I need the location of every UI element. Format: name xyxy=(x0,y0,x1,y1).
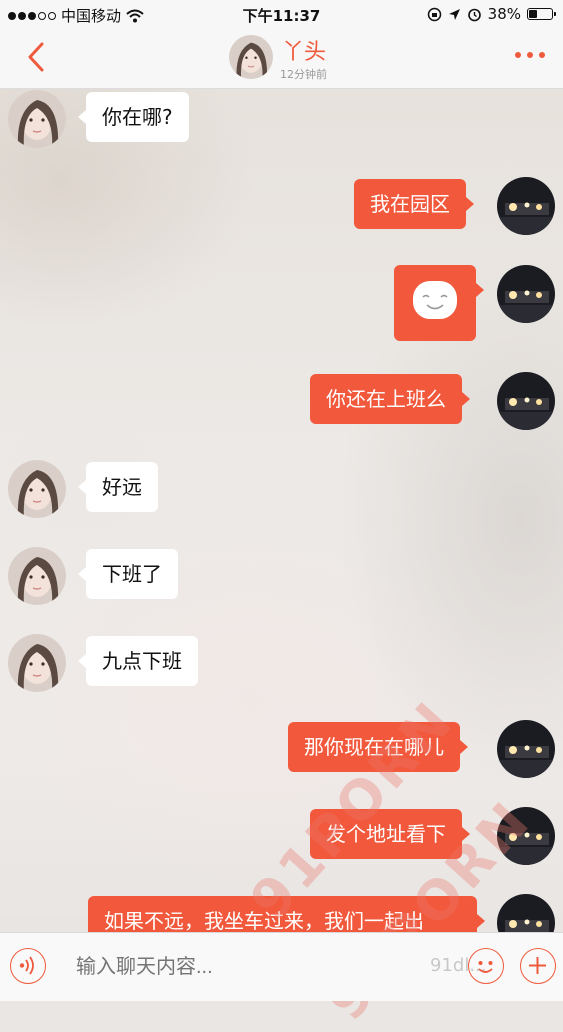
back-chevron-icon[interactable] xyxy=(22,40,52,74)
message-input[interactable] xyxy=(60,947,450,987)
contact-avatar[interactable] xyxy=(8,460,66,518)
message-bubble-incoming[interactable]: 好远 xyxy=(78,462,158,512)
voice-input-button[interactable] xyxy=(10,948,46,984)
battery-icon xyxy=(527,8,556,20)
message-bubble-incoming[interactable]: 你在哪? xyxy=(78,92,189,142)
message-bubble-outgoing[interactable]: 我在园区 xyxy=(354,179,474,229)
chat-header: 丫头 12分钟前 xyxy=(0,28,563,89)
contact-avatar[interactable] xyxy=(8,90,66,148)
contact-avatar[interactable] xyxy=(229,35,273,79)
contact-avatar[interactable] xyxy=(8,547,66,605)
status-bar: 中国移动 下午11:37 38% xyxy=(0,0,563,28)
message-bubble-incoming[interactable]: 九点下班 xyxy=(78,636,198,686)
my-avatar[interactable] xyxy=(497,177,555,235)
plus-icon xyxy=(529,957,546,974)
my-avatar[interactable] xyxy=(497,720,555,778)
contact-avatar[interactable] xyxy=(8,634,66,692)
battery-percent: 38% xyxy=(487,5,521,23)
message-bubble-incoming[interactable]: 下班了 xyxy=(78,549,178,599)
orientation-lock-icon xyxy=(427,7,441,21)
my-avatar[interactable] xyxy=(497,372,555,430)
status-right: 38% xyxy=(427,5,556,23)
last-seen-time: 12分钟前 xyxy=(280,68,327,81)
more-options-icon[interactable] xyxy=(515,52,545,58)
message-bubble-outgoing[interactable]: 你还在上班么 xyxy=(310,374,470,424)
location-arrow-icon xyxy=(448,8,460,20)
my-avatar[interactable] xyxy=(497,265,555,323)
alarm-icon xyxy=(467,8,481,21)
emoji-button[interactable] xyxy=(468,948,504,984)
contact-name: 丫头 xyxy=(282,40,327,65)
smiling-face-icon xyxy=(413,281,457,319)
more-actions-button[interactable] xyxy=(520,948,556,984)
voice-icon xyxy=(19,956,34,975)
emoji-icon xyxy=(478,961,493,973)
message-bubble-outgoing-emoji[interactable] xyxy=(394,265,484,341)
input-bar: 91dl... xyxy=(0,932,563,1001)
